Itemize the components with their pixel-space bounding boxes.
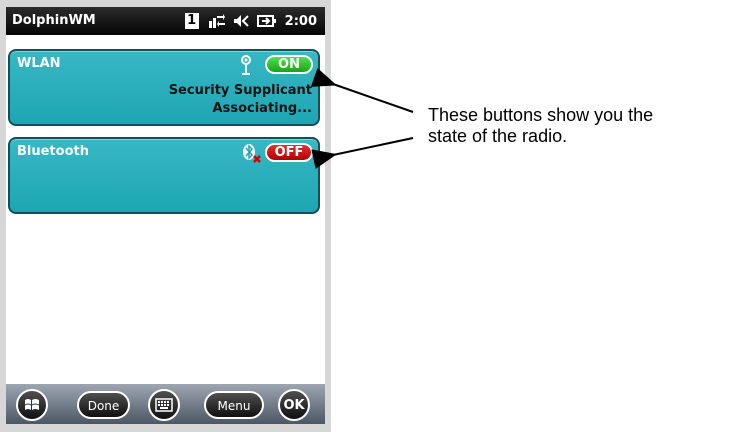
wlan-toggle-button[interactable]: ON	[265, 55, 313, 74]
menu-button[interactable]: Menu	[204, 391, 264, 419]
clock: 2:00	[284, 13, 317, 29]
callout-arrow-bluetooth	[311, 137, 414, 169]
device-frame: DolphinWM 1 2:00 WLAN ON Security Suppli…	[0, 0, 331, 432]
done-button[interactable]: Done	[77, 391, 130, 419]
keyboard-button[interactable]	[148, 389, 180, 421]
status-icons: 1 2:00	[184, 11, 317, 31]
volume-icon	[233, 15, 249, 27]
wlan-radio-card[interactable]: WLAN ON Security Supplicant Associating.…	[8, 49, 320, 126]
app-name: DolphinWM	[12, 13, 96, 28]
annotation-caption: These buttons show you the state of the …	[428, 105, 653, 147]
sim-icon: 1	[184, 13, 199, 29]
wlan-title: WLAN	[17, 56, 61, 71]
device-screen: DolphinWM 1 2:00 WLAN ON Security Suppli…	[6, 7, 325, 424]
wlan-status-line-1: Security Supplicant	[168, 83, 312, 98]
ok-button[interactable]: OK	[278, 389, 310, 421]
bluetooth-title: Bluetooth	[17, 144, 89, 159]
bluetooth-disabled-icon	[243, 144, 261, 163]
windows-start-button[interactable]	[16, 389, 48, 421]
page: DolphinWM 1 2:00 WLAN ON Security Suppli…	[0, 0, 734, 432]
bottom-bar: Done Menu OK	[6, 384, 325, 424]
bluetooth-toggle-button[interactable]: OFF	[265, 143, 313, 162]
status-bar: DolphinWM 1 2:00	[6, 7, 325, 35]
wlan-status-line-2: Associating...	[212, 101, 312, 116]
annotation-line-2: state of the radio.	[428, 126, 568, 146]
windows-start-icon	[25, 399, 39, 410]
bluetooth-radio-card[interactable]: Bluetooth OFF	[8, 137, 320, 214]
callout-arrow-wlan	[310, 67, 414, 113]
keyboard-icon	[155, 398, 173, 412]
data-connection-icon	[208, 14, 225, 28]
annotation-line-1: These buttons show you the	[428, 105, 654, 125]
wifi-antenna-icon	[241, 55, 251, 75]
battery-charging-icon	[256, 15, 276, 27]
